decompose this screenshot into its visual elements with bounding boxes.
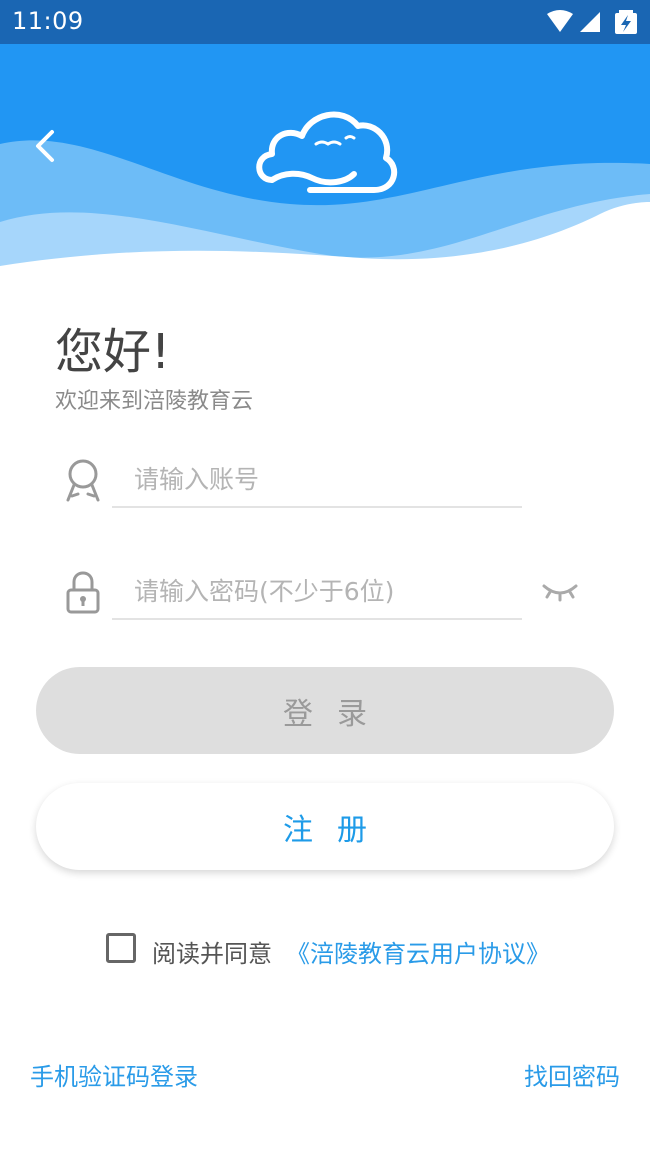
eye-closed-icon (542, 584, 578, 602)
password-input[interactable] (112, 564, 522, 620)
greeting-subtitle: 欢迎来到涪陵教育云 (55, 389, 254, 414)
status-icons (542, 8, 642, 36)
status-time: 11:09 (12, 7, 84, 35)
agreement-link[interactable]: 《涪陵教育云用户协议》 (286, 934, 550, 969)
agreement-text: 阅读并同意 (152, 940, 272, 968)
cell-signal-icon (580, 12, 600, 32)
user-icon (66, 459, 100, 502)
password-visibility-toggle[interactable] (540, 576, 580, 606)
account-input[interactable] (112, 452, 522, 508)
battery-charging-icon (615, 10, 637, 34)
header-banner (0, 44, 650, 280)
forgot-password-link[interactable]: 找回密码 (524, 1057, 620, 1092)
wifi-icon (547, 10, 573, 32)
sms-login-link[interactable]: 手机验证码登录 (30, 1057, 198, 1092)
login-button[interactable]: 登录 (36, 667, 614, 754)
status-bar: 11:09 (0, 0, 650, 44)
back-button[interactable] (22, 120, 72, 170)
agreement-checkbox[interactable] (106, 933, 136, 963)
greeting-title: 您好! (55, 324, 171, 380)
register-button[interactable]: 注册 (36, 783, 614, 870)
lock-icon (66, 571, 100, 614)
chevron-left-icon (36, 130, 54, 162)
cloud-logo (256, 111, 398, 193)
